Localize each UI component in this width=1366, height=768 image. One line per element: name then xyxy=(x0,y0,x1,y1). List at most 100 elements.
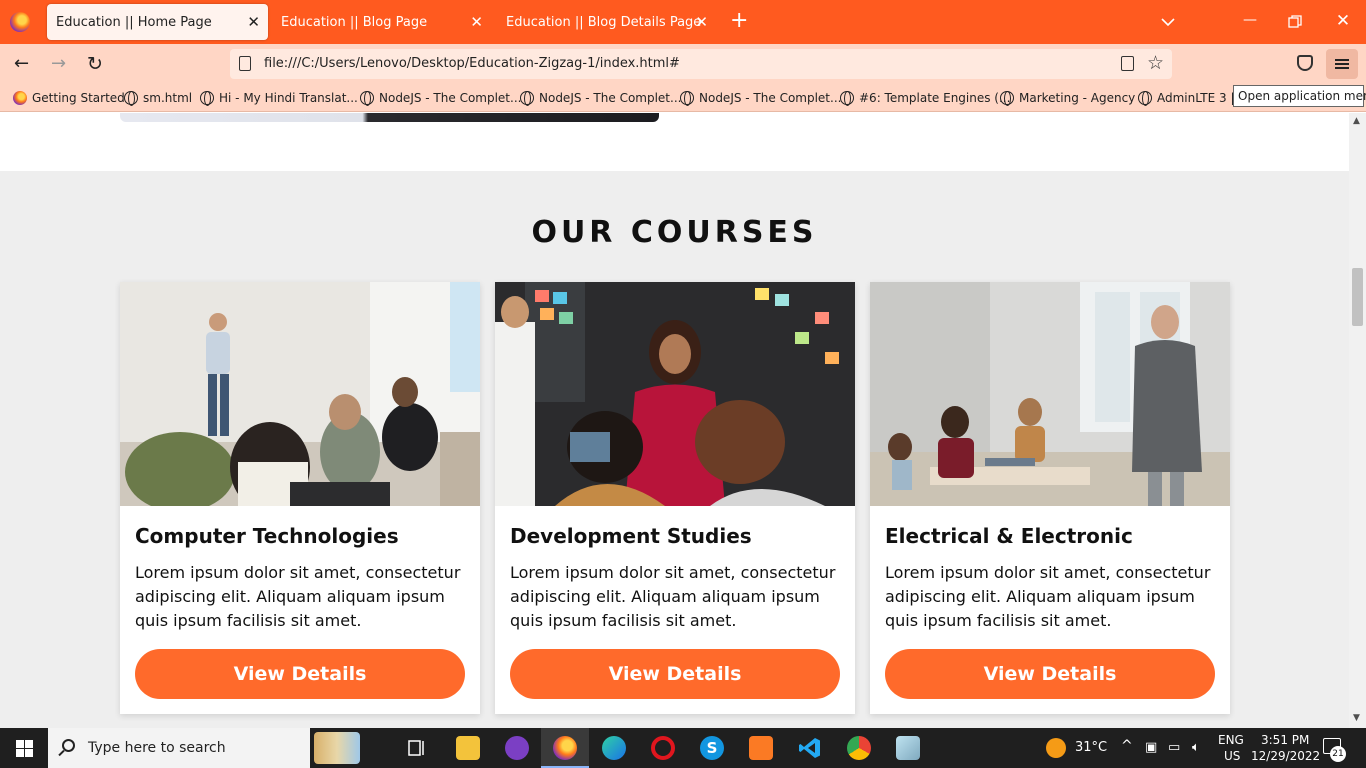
meet-icon[interactable]: ▣ xyxy=(1145,740,1157,755)
globe-icon xyxy=(360,91,374,106)
task-view-icon[interactable] xyxy=(405,736,429,760)
bookmark-item[interactable]: Marketing - Agency xyxy=(1000,91,1136,106)
file-explorer-icon[interactable] xyxy=(456,736,480,760)
edge-icon[interactable] xyxy=(602,736,626,760)
scroll-thumb[interactable] xyxy=(1352,268,1363,326)
hero-image-edge xyxy=(120,113,659,122)
chevron-up-icon[interactable]: ^ xyxy=(1121,738,1133,754)
bookmarks-toolbar: Getting Started sm.html Hi - My Hindi Tr… xyxy=(0,86,1366,112)
speaker-icon[interactable]: 🔈︎ xyxy=(1192,740,1200,755)
bookmark-item[interactable]: sm.html xyxy=(124,91,192,106)
close-icon[interactable]: ✕ xyxy=(247,14,260,30)
region-label[interactable]: US xyxy=(1224,749,1240,763)
weather-sun-icon[interactable] xyxy=(1046,738,1066,758)
vscode-icon[interactable] xyxy=(798,736,822,760)
chevron-down-icon[interactable] xyxy=(1158,12,1178,32)
globe-icon xyxy=(680,91,694,106)
course-title: Electrical & Electronic xyxy=(885,524,1133,548)
application-menu-button[interactable] xyxy=(1326,49,1358,79)
tab-title: Education || Blog Details Page xyxy=(506,14,702,30)
scroll-up-icon[interactable]: ▲ xyxy=(1353,116,1360,126)
pocket-icon[interactable] xyxy=(1297,55,1313,71)
bookmark-label: Getting Started xyxy=(32,91,125,105)
url-bar[interactable]: file:///C:/Users/Lenovo/Desktop/Educatio… xyxy=(230,49,1172,79)
course-title: Development Studies xyxy=(510,524,752,548)
back-arrow-icon[interactable]: ← xyxy=(14,54,29,74)
section-title: OUR COURSES xyxy=(531,215,818,250)
tab-home[interactable]: Education || Home Page ✕ xyxy=(47,4,268,40)
course-image-teacher-with-students xyxy=(495,282,855,506)
bookmark-star-icon[interactable]: ☆ xyxy=(1147,52,1164,74)
close-icon[interactable]: ✕ xyxy=(695,14,708,30)
globe-icon xyxy=(1138,91,1152,106)
tab-title: Education || Blog Page xyxy=(281,14,428,30)
clock-date[interactable]: 12/29/2022 xyxy=(1251,749,1320,763)
search-placeholder: Type here to search xyxy=(88,740,226,756)
tab-blog[interactable]: Education || Blog Page ✕ xyxy=(272,4,491,40)
notepad-icon[interactable] xyxy=(896,736,920,760)
media-app-icon[interactable] xyxy=(505,736,529,760)
page-scrollbar[interactable]: ▲ ▼ xyxy=(1349,113,1366,728)
reader-view-icon[interactable] xyxy=(1121,56,1134,71)
firefox-icon xyxy=(10,12,30,32)
view-details-button[interactable]: View Details xyxy=(510,649,840,699)
weather-temp[interactable]: 31°C xyxy=(1075,740,1107,755)
course-description: Lorem ipsum dolor sit amet, consectetur … xyxy=(885,563,1211,630)
bookmark-item[interactable]: NodeJS - The Complet... xyxy=(520,91,682,106)
bookmark-label: NodeJS - The Complet... xyxy=(539,91,682,105)
page-icon xyxy=(239,56,251,71)
opera-icon[interactable] xyxy=(651,736,675,760)
clock-time[interactable]: 3:51 PM xyxy=(1261,733,1309,747)
chrome-icon[interactable] xyxy=(847,736,871,760)
language-label[interactable]: ENG xyxy=(1218,733,1244,747)
tooltip: Open application menu xyxy=(1233,85,1366,107)
tab-bar: Education || Home Page ✕ Education || Bl… xyxy=(0,0,1366,44)
bookmark-label: Hi - My Hindi Translat... xyxy=(219,91,358,105)
close-window-icon[interactable]: ✕ xyxy=(1333,11,1353,31)
course-description: Lorem ipsum dolor sit amet, consectetur … xyxy=(510,563,836,630)
view-details-button[interactable]: View Details xyxy=(885,649,1215,699)
course-title: Computer Technologies xyxy=(135,524,399,548)
firefox-icon[interactable] xyxy=(553,736,577,760)
new-tab-plus-icon[interactable]: + xyxy=(730,10,748,32)
bookmark-item[interactable]: Getting Started xyxy=(13,91,125,105)
windows-start-icon[interactable] xyxy=(16,740,33,757)
bookmark-label: NodeJS - The Complet... xyxy=(699,91,842,105)
network-icon[interactable]: ▭ xyxy=(1168,740,1180,755)
url-text[interactable]: file:///C:/Users/Lenovo/Desktop/Educatio… xyxy=(264,56,680,71)
bookmark-item[interactable]: AdminLTE 3 | T xyxy=(1138,91,1246,106)
forward-arrow-icon[interactable]: → xyxy=(51,54,66,74)
globe-icon xyxy=(200,91,214,106)
course-card: Electrical & Electronic Lorem ipsum dolo… xyxy=(870,282,1230,714)
search-icon xyxy=(62,739,75,752)
restore-icon[interactable] xyxy=(1287,14,1303,30)
close-icon[interactable]: ✕ xyxy=(470,14,483,30)
scroll-down-icon[interactable]: ▼ xyxy=(1353,713,1360,723)
page-viewport: OUR COURSES Computer Technologies Lorem … xyxy=(0,113,1349,728)
taskbar-search-box[interactable]: Type here to search xyxy=(48,728,310,768)
bookmark-item[interactable]: #6: Template Engines (... xyxy=(840,91,1011,106)
reload-icon[interactable]: ↻ xyxy=(87,54,103,74)
tab-blog-details[interactable]: Education || Blog Details Page ✕ xyxy=(497,4,716,40)
view-details-button[interactable]: View Details xyxy=(135,649,465,699)
firefox-icon xyxy=(13,91,27,105)
bookmark-item[interactable]: NodeJS - The Complet... xyxy=(360,91,522,106)
bookmark-label: Marketing - Agency xyxy=(1019,91,1136,105)
windows-taskbar: Type here to search S 31°C ^ ▣ ▭ 🔈︎ ENG … xyxy=(0,728,1366,768)
course-card: Development Studies Lorem ipsum dolor si… xyxy=(495,282,855,714)
skype-icon[interactable]: S xyxy=(700,736,724,760)
bookmark-item[interactable]: Hi - My Hindi Translat... xyxy=(200,91,358,106)
course-description: Lorem ipsum dolor sit amet, consectetur … xyxy=(135,563,461,630)
notification-count-badge: 21 xyxy=(1330,746,1346,762)
minimize-icon[interactable]: — xyxy=(1240,12,1260,28)
bookmark-label: NodeJS - The Complet... xyxy=(379,91,522,105)
bookmark-item[interactable]: NodeJS - The Complet... xyxy=(680,91,842,106)
globe-icon xyxy=(840,91,854,106)
courses-section: OUR COURSES Computer Technologies Lorem … xyxy=(0,171,1349,728)
course-card: Computer Technologies Lorem ipsum dolor … xyxy=(120,282,480,714)
xampp-icon[interactable] xyxy=(749,736,773,760)
news-widget-icon[interactable] xyxy=(314,732,360,764)
globe-icon xyxy=(124,91,138,106)
bookmark-label: #6: Template Engines (... xyxy=(859,91,1011,105)
course-image-classroom-presentation xyxy=(120,282,480,506)
